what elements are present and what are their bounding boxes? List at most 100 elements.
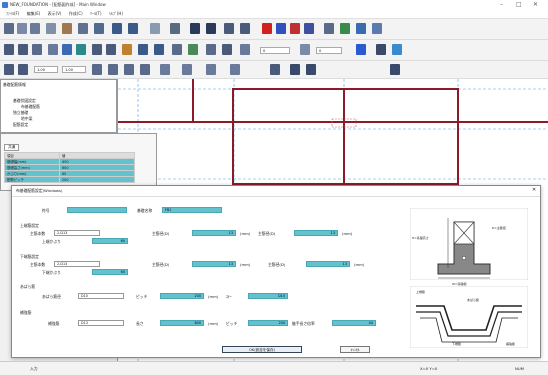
move-icon[interactable]	[92, 44, 102, 55]
props-table: 項目 値 基礎幅(mm) 450 基礎高さ(mm) 600 かぶり(mm) 60…	[4, 152, 135, 183]
dialog-close-icon[interactable]: ✕	[532, 187, 536, 193]
symbol-field[interactable]	[67, 207, 127, 213]
stirrup-dia-select[interactable]: D10	[78, 293, 124, 299]
linetype-combo[interactable]: 0	[316, 47, 342, 54]
color-icon[interactable]	[300, 44, 310, 55]
cut-icon[interactable]	[62, 23, 72, 34]
open-file-icon[interactable]	[17, 23, 27, 34]
snap-icon[interactable]	[240, 44, 250, 55]
help-icon[interactable]	[392, 44, 402, 55]
copy-icon[interactable]	[78, 23, 88, 34]
undo-icon[interactable]	[112, 23, 122, 34]
close-button[interactable]: ✕	[533, 1, 538, 8]
osnap-icon[interactable]	[206, 64, 216, 75]
menu-view[interactable]: 表示(V)	[48, 11, 62, 17]
offset-icon[interactable]	[138, 44, 148, 55]
maximize-button[interactable]: □	[516, 1, 522, 8]
property-icon[interactable]	[356, 44, 366, 55]
top-bar-dia2-field[interactable]: 13	[294, 230, 338, 236]
reinforce-length-field[interactable]: 600	[160, 320, 204, 326]
trim-icon[interactable]	[154, 44, 164, 55]
app-icon	[2, 2, 8, 8]
bottom-bar-count-select[interactable]: 2-D13	[54, 261, 100, 267]
export-icon[interactable]	[306, 64, 316, 75]
polar-icon[interactable]	[230, 64, 240, 75]
props-row-value[interactable]: 200	[59, 176, 135, 183]
layer-icon[interactable]	[190, 23, 200, 34]
select-icon[interactable]	[206, 23, 216, 34]
view-section-icon[interactable]	[18, 64, 28, 75]
menu-help[interactable]: ﾍﾙﾌﾟ(H)	[109, 11, 123, 17]
mirror-icon[interactable]	[122, 44, 132, 55]
save-icon[interactable]	[30, 23, 40, 34]
properties-panel: 共通 項目 値 基礎幅(mm) 450 基礎高さ(mm) 600 かぶり(mm)…	[0, 133, 157, 191]
layer-combo[interactable]: 0	[260, 47, 290, 54]
line-icon[interactable]	[4, 44, 14, 55]
text-icon[interactable]	[62, 44, 72, 55]
top-bar-count-select[interactable]: 2-D13	[54, 230, 100, 236]
reinforce-select[interactable]: D13	[78, 320, 124, 326]
bottom-cover-field[interactable]: 60	[92, 269, 128, 275]
menu-create[interactable]: 作成(C)	[69, 11, 83, 17]
zoom-icon[interactable]	[150, 23, 160, 34]
menu-tools[interactable]: ﾂｰﾙ(T)	[90, 11, 102, 17]
redraw-icon[interactable]	[160, 64, 170, 75]
paste-icon[interactable]	[94, 23, 104, 34]
new-file-icon[interactable]	[4, 23, 14, 34]
view-plan-icon[interactable]	[4, 64, 14, 75]
wall-red-icon[interactable]	[262, 23, 272, 34]
ok-button[interactable]: OK(設定を保存)	[222, 346, 302, 353]
circle-icon[interactable]	[32, 44, 42, 55]
grid-icon[interactable]	[170, 23, 180, 34]
zoom-in-icon[interactable]	[108, 64, 118, 75]
ortho-icon[interactable]	[182, 64, 192, 75]
settings-icon[interactable]	[372, 23, 382, 34]
measure-icon[interactable]	[224, 23, 234, 34]
print-icon[interactable]	[46, 23, 56, 34]
rebar-icon[interactable]	[324, 23, 334, 34]
menu-edit[interactable]: 編集(E)	[27, 11, 41, 17]
wall-blue-icon[interactable]	[276, 23, 286, 34]
check-icon[interactable]	[340, 23, 350, 34]
erase-icon[interactable]	[222, 44, 232, 55]
pan-icon[interactable]	[92, 64, 102, 75]
reinforce-pitch-field[interactable]: 200	[248, 320, 288, 326]
rotate-icon[interactable]	[106, 44, 116, 55]
bottom-bar-dia-field[interactable]: 13	[192, 261, 236, 267]
lap-ratio-field[interactable]: 40	[332, 320, 376, 326]
dimension-icon[interactable]	[240, 23, 250, 34]
array-icon[interactable]	[206, 44, 216, 55]
stirrup-pitch-field[interactable]: 200	[160, 293, 204, 299]
print-preview-icon[interactable]	[390, 64, 400, 75]
rebar-settings-dialog: 布基礎配筋設定(Windows) ✕ 符号 基礎名称 FB1 上端筋設定 主筋本…	[11, 185, 541, 358]
top-cover-field[interactable]: 60	[92, 238, 128, 244]
table-icon[interactable]	[270, 64, 280, 75]
stirrup-r-field[interactable]: D10	[248, 293, 288, 299]
cancel-button[interactable]: ｷｬﾝｾﾙ	[340, 346, 370, 353]
extend-icon[interactable]	[172, 44, 182, 55]
beam-icon[interactable]	[304, 23, 314, 34]
bottom-cover-label: 下端かぶり	[42, 270, 61, 275]
list-icon[interactable]	[290, 64, 300, 75]
flag-icon[interactable]	[376, 44, 386, 55]
fillet-icon[interactable]	[188, 44, 198, 55]
footing-icon[interactable]	[290, 23, 300, 34]
zoom-out-icon[interactable]	[124, 64, 134, 75]
zoom-fit-icon[interactable]	[140, 64, 150, 75]
hatch-icon[interactable]	[76, 44, 86, 55]
scale-combo-2[interactable]: 1.00	[62, 66, 86, 73]
minimize-button[interactable]: –	[500, 1, 503, 8]
props-tab[interactable]: 共通	[4, 144, 20, 151]
tree-item-4[interactable]: 配筋設定	[13, 122, 28, 128]
lap-ratio-label: 継手長さ倍率	[292, 321, 315, 326]
scale-combo-1[interactable]: 1.00	[34, 66, 58, 73]
redo-icon[interactable]	[128, 23, 138, 34]
rect-icon[interactable]	[18, 44, 28, 55]
menu-file[interactable]: ﾌｧｲﾙ(F)	[6, 11, 19, 17]
tree-panel: 基礎配筋情報 基礎伏図設定 布基礎配筋 独立基礎 地中梁 配筋設定	[0, 79, 117, 133]
bottom-bar-dia2-field[interactable]: 13	[306, 261, 350, 267]
top-bar-dia-field[interactable]: 13	[192, 230, 236, 236]
arc-icon[interactable]	[48, 44, 58, 55]
output-icon[interactable]	[356, 23, 366, 34]
name-field[interactable]: FB1	[162, 207, 222, 213]
